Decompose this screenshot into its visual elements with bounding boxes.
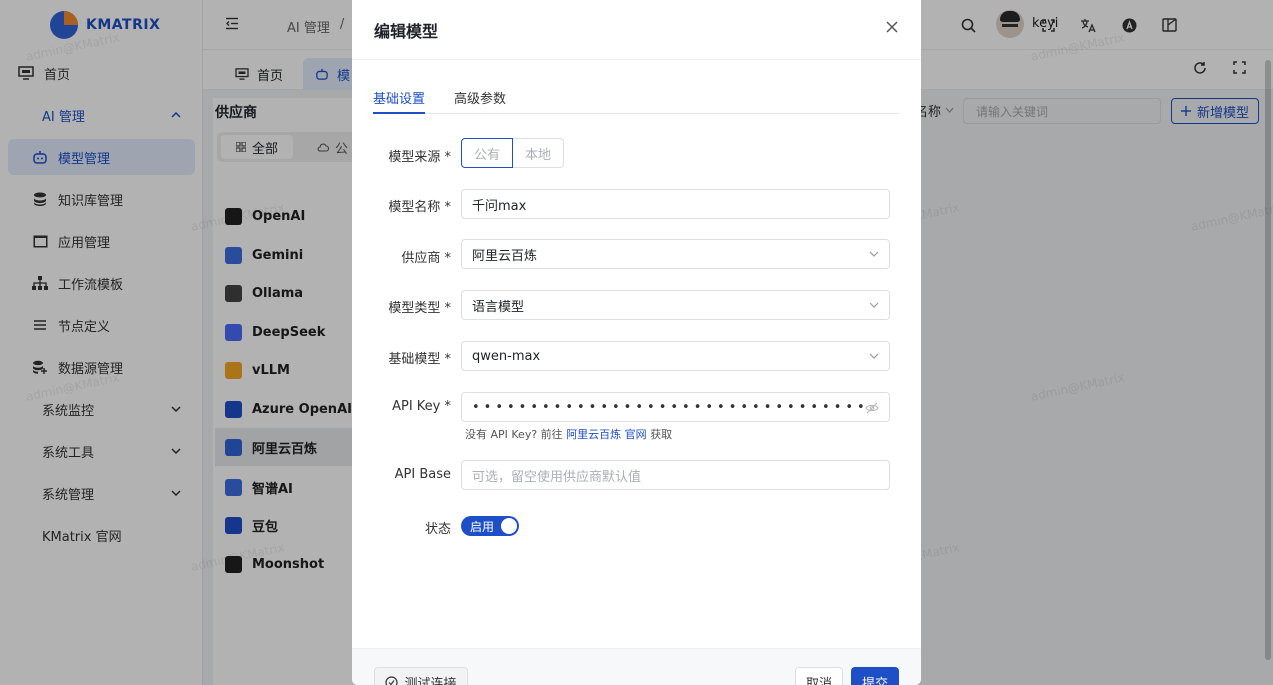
- api-key-input[interactable]: ••••••••••••••••••••••••••••••••••: [461, 392, 890, 422]
- field-label-name: 模型名称 *: [388, 200, 451, 215]
- dialog-footer: 测试连接 取消 提交: [352, 648, 921, 685]
- field-label-api-key: API Key *: [392, 399, 451, 414]
- source-option-local[interactable]: 本地: [513, 138, 565, 168]
- field-label-base-model: 基础模型 *: [388, 352, 451, 367]
- model-type-value: 语言模型: [472, 299, 525, 315]
- scrollbar[interactable]: [1265, 60, 1271, 660]
- source-radio-group: 公有 本地: [461, 138, 565, 168]
- tab-basic-settings[interactable]: 基础设置: [373, 88, 426, 114]
- chevron-down-icon: [869, 351, 879, 361]
- api-base-input[interactable]: 可选，留空使用供应商默认值: [461, 460, 890, 490]
- base-model-select[interactable]: qwen-max: [461, 341, 890, 371]
- toggle-knob: [501, 518, 517, 534]
- dialog-title: 编辑模型: [374, 22, 439, 41]
- source-option-public[interactable]: 公有: [461, 138, 514, 168]
- field-label-api-base: API Base: [394, 467, 451, 482]
- model-type-select[interactable]: 语言模型: [461, 290, 890, 320]
- chevron-down-icon: [869, 249, 879, 259]
- test-connection-label: 测试连接: [404, 676, 457, 685]
- close-icon[interactable]: [885, 20, 901, 36]
- eye-icon[interactable]: [865, 402, 879, 414]
- field-label-source: 模型来源 *: [388, 150, 451, 165]
- base-model-value: qwen-max: [472, 348, 541, 364]
- test-icon: [385, 675, 399, 685]
- status-toggle[interactable]: 启用: [461, 516, 519, 536]
- cancel-button[interactable]: 取消: [795, 667, 843, 685]
- api-key-hint: 没有 API Key? 前往 阿里云百炼 官网 获取: [465, 426, 672, 442]
- vendor-select-value: 阿里云百炼: [472, 248, 538, 264]
- status-toggle-label: 启用: [470, 519, 495, 534]
- hint-suffix: 获取: [650, 428, 673, 441]
- field-label-vendor: 供应商 *: [401, 251, 451, 266]
- submit-button[interactable]: 提交: [851, 667, 899, 685]
- field-label-status: 状态: [424, 522, 451, 537]
- api-key-value: ••••••••••••••••••••••••••••••••••: [472, 399, 869, 415]
- dialog-tabs: 基础设置 高级参数: [373, 86, 899, 114]
- edit-model-dialog: 编辑模型 基础设置 高级参数 模型来源 * 公有 本地 模型名称 * 千问max…: [352, 0, 921, 685]
- field-label-type: 模型类型 *: [388, 301, 451, 316]
- vendor-select[interactable]: 阿里云百炼: [461, 239, 890, 269]
- vendor-official-link[interactable]: 阿里云百炼 官网: [566, 428, 647, 441]
- test-connection-button[interactable]: 测试连接: [374, 667, 468, 685]
- chevron-down-icon: [869, 300, 879, 310]
- tab-advanced-params[interactable]: 高级参数: [454, 88, 506, 114]
- hint-prefix: 没有 API Key? 前往: [465, 428, 563, 441]
- model-name-input[interactable]: 千问max: [461, 189, 890, 219]
- dialog-header: 编辑模型: [352, 0, 921, 60]
